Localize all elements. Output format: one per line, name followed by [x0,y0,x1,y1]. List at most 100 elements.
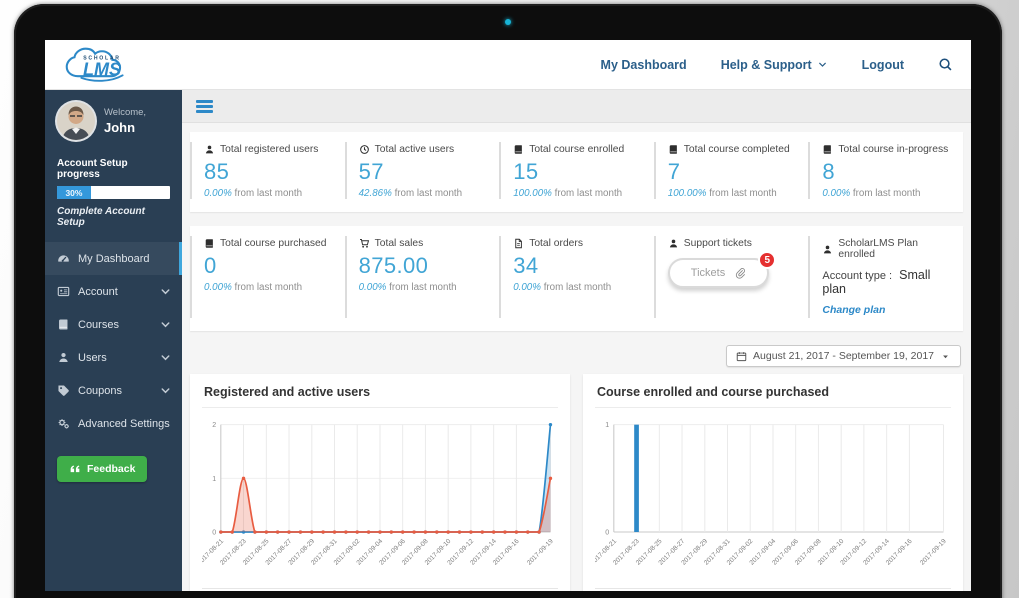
chevron-down-icon [159,384,172,397]
stat-card-total-course-enrolled: Total course enrolled 15 100.00% from la… [499,142,654,199]
nav-item-help-support[interactable]: Help & Support [721,58,828,72]
nav-item-label: My Dashboard [601,58,687,72]
setup-progress-fill: 30% [57,186,91,199]
user-icon [668,238,679,249]
nav-item-logout[interactable]: Logout [862,58,904,72]
user-icon [822,244,833,255]
top-navigation: My Dashboard Help & Support Logout [601,57,953,72]
stats-row-1: Total registered users 85 0.00% from las… [190,132,963,212]
menu-toggle-icon[interactable] [196,98,213,115]
sidebar-item-label: Courses [78,319,119,331]
change-plan-link[interactable]: Change plan [822,304,885,316]
stat-percent: 0.00% [513,282,541,293]
date-range-text: August 21, 2017 - September 19, 2017 [753,350,934,362]
bar-chart: 012017-08-212017-08-232017-08-252017-08-… [595,412,951,588]
user-name: John [104,120,146,135]
feedback-button[interactable]: Feedback [57,456,147,482]
dashboard-icon [57,252,70,265]
user-box: Welcome, John [45,90,182,148]
support-tickets-card: Support tickets Tickets 5 [654,236,809,318]
sidebar-item-courses[interactable]: Courses [45,308,182,341]
charts-row: Registered and active users0122017-08-21… [190,374,963,591]
stat-value: 34 [513,253,642,279]
chart-title: Registered and active users [202,384,558,408]
svg-text:LMS: LMS [83,59,121,79]
stat-label-row: Total course completed [668,144,797,155]
tag-icon [57,384,70,397]
sidebar-item-advanced-settings[interactable]: Advanced Settings [45,407,182,440]
sidebar: Welcome, John Account Setup progress 30%… [45,90,182,591]
avatar-photo [57,102,95,140]
tickets-button[interactable]: Tickets 5 [668,258,769,288]
stat-label: Total course in-progress [838,144,948,155]
sidebar-item-users[interactable]: Users [45,341,182,374]
stat-label: Total registered users [220,144,318,155]
camera-dot [505,19,511,25]
complete-account-setup-link[interactable]: Complete Account Setup [57,206,170,228]
id-card-icon [57,285,70,298]
svg-text:2017-09-19: 2017-09-19 [919,538,948,567]
stat-label: Total orders [529,238,583,249]
stat-percent: 42.86% [359,188,392,199]
nav-item-my-dashboard[interactable]: My Dashboard [601,58,687,72]
book-icon [822,144,833,155]
registered-active-users-panel: Registered and active users0122017-08-21… [190,374,570,591]
chevron-down-icon [159,318,172,331]
screen: SCHOLAR LMS My Dashboard Help & Support … [45,40,971,591]
stat-change: 0.00% from last month [513,282,642,293]
main-toolbar [182,90,971,123]
stat-value: 8 [822,159,951,185]
book-icon [513,144,524,155]
stat-label-row: Total course purchased [204,238,333,249]
sidebar-item-label: My Dashboard [78,253,150,265]
stat-card-total-course-completed: Total course completed 7 100.00% from la… [654,142,809,199]
stat-change: 0.00% from last month [822,188,951,199]
stat-label-row: ScholarLMS Plan enrolled [822,238,951,260]
setup-progress-bar: 30% [57,186,170,199]
stat-card-total-course-purchased: Total course purchased 0 0.00% from last… [190,236,345,318]
stat-change-suffix: from last month [709,188,777,199]
file-icon [513,238,524,249]
user-icon [204,144,215,155]
stat-change-suffix: from last month [235,188,303,199]
stat-card-total-course-in-progress: Total course in-progress 8 0.00% from la… [808,142,963,199]
stat-change: 0.00% from last month [359,282,488,293]
stat-change: 0.00% from last month [204,282,333,293]
sidebar-item-account[interactable]: Account [45,275,182,308]
logo-cloud-icon: SCHOLAR LMS [59,43,145,87]
stat-change: 42.86% from last month [359,188,488,199]
sidebar-item-coupons[interactable]: Coupons [45,374,182,407]
stat-label-row: Total course in-progress [822,144,951,155]
stat-label: Total course completed [684,144,790,155]
svg-text:2017-09-19: 2017-09-19 [526,538,555,567]
stat-percent: 0.00% [359,282,387,293]
search-button[interactable] [938,57,953,72]
stat-percent: 100.00% [668,188,707,199]
stat-label-row: Total course enrolled [513,144,642,155]
stat-value: 15 [513,159,642,185]
stat-label-row: Total sales [359,238,488,249]
stats-row-2: Total course purchased 0 0.00% from last… [190,226,963,331]
stat-label: ScholarLMS Plan enrolled [838,238,951,260]
stat-card-total-sales: Total sales 875.00 0.00% from last month [345,236,500,318]
scholar-lms-logo[interactable]: SCHOLAR LMS [59,43,145,87]
stat-percent: 100.00% [513,188,552,199]
stat-card-total-registered-users: Total registered users 85 0.00% from las… [190,142,345,199]
account-type-label: Account type : [822,270,892,282]
search-icon [938,57,953,72]
setup-progress-label: Account Setup progress [57,158,170,180]
stat-label-row: Total registered users [204,144,333,155]
stat-label-row: Support tickets [668,238,797,249]
sidebar-item-my-dashboard[interactable]: My Dashboard [45,242,182,275]
book-icon [57,318,70,331]
chart-title: Course enrolled and course purchased [595,384,951,408]
stat-card-total-orders: Total orders 34 0.00% from last month [499,236,654,318]
avatar[interactable] [57,102,95,140]
svg-text:1: 1 [212,476,216,483]
sidebar-item-label: Account [78,286,118,298]
stat-label: Total course purchased [220,238,326,249]
date-range-picker[interactable]: August 21, 2017 - September 19, 2017 [726,345,961,367]
top-header: SCHOLAR LMS My Dashboard Help & Support … [45,40,971,90]
user-icon [57,351,70,364]
user-greeting: Welcome, John [104,107,146,135]
